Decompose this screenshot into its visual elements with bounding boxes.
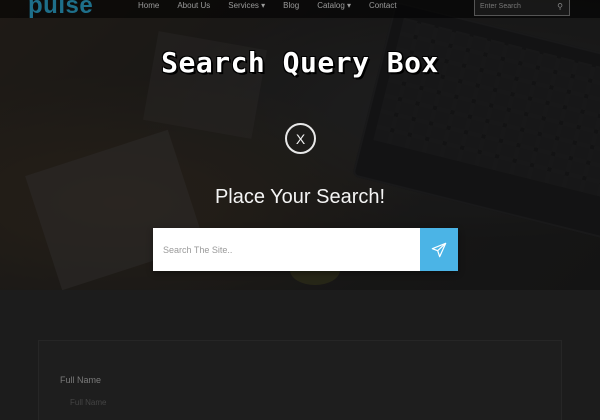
full-name-input[interactable]: Full Name [70, 398, 230, 412]
nav-item-catalog[interactable]: Catalog ▾ [317, 1, 351, 10]
banner-title: Search Query Box [161, 46, 439, 79]
nav-item-blog[interactable]: Blog [283, 1, 299, 10]
full-name-label: Full Name [60, 375, 102, 385]
site-logo[interactable]: pulse [28, 0, 93, 20]
search-heading: Place Your Search! [214, 186, 386, 208]
nav-item-about[interactable]: About Us [177, 1, 210, 10]
nav-item-contact[interactable]: Contact [369, 1, 397, 10]
paper-plane-icon [431, 242, 447, 257]
top-navbar: pulse Home About Us Services ▾ Blog Cata… [0, 0, 600, 20]
search-icon[interactable]: ⚲ [557, 2, 563, 11]
search-submit-button[interactable] [420, 228, 458, 271]
close-button[interactable]: X [285, 123, 316, 154]
nav-search-placeholder: Enter Search [480, 3, 521, 10]
nav-search-field[interactable]: Enter Search ⚲ [474, 0, 570, 16]
nav-item-services[interactable]: Services ▾ [228, 1, 265, 10]
search-input[interactable] [153, 228, 420, 271]
nav-item-home[interactable]: Home [138, 1, 159, 10]
close-icon: X [295, 130, 306, 147]
nav-menu: Home About Us Services ▾ Blog Catalog ▾ … [138, 1, 415, 10]
search-box [153, 228, 458, 271]
